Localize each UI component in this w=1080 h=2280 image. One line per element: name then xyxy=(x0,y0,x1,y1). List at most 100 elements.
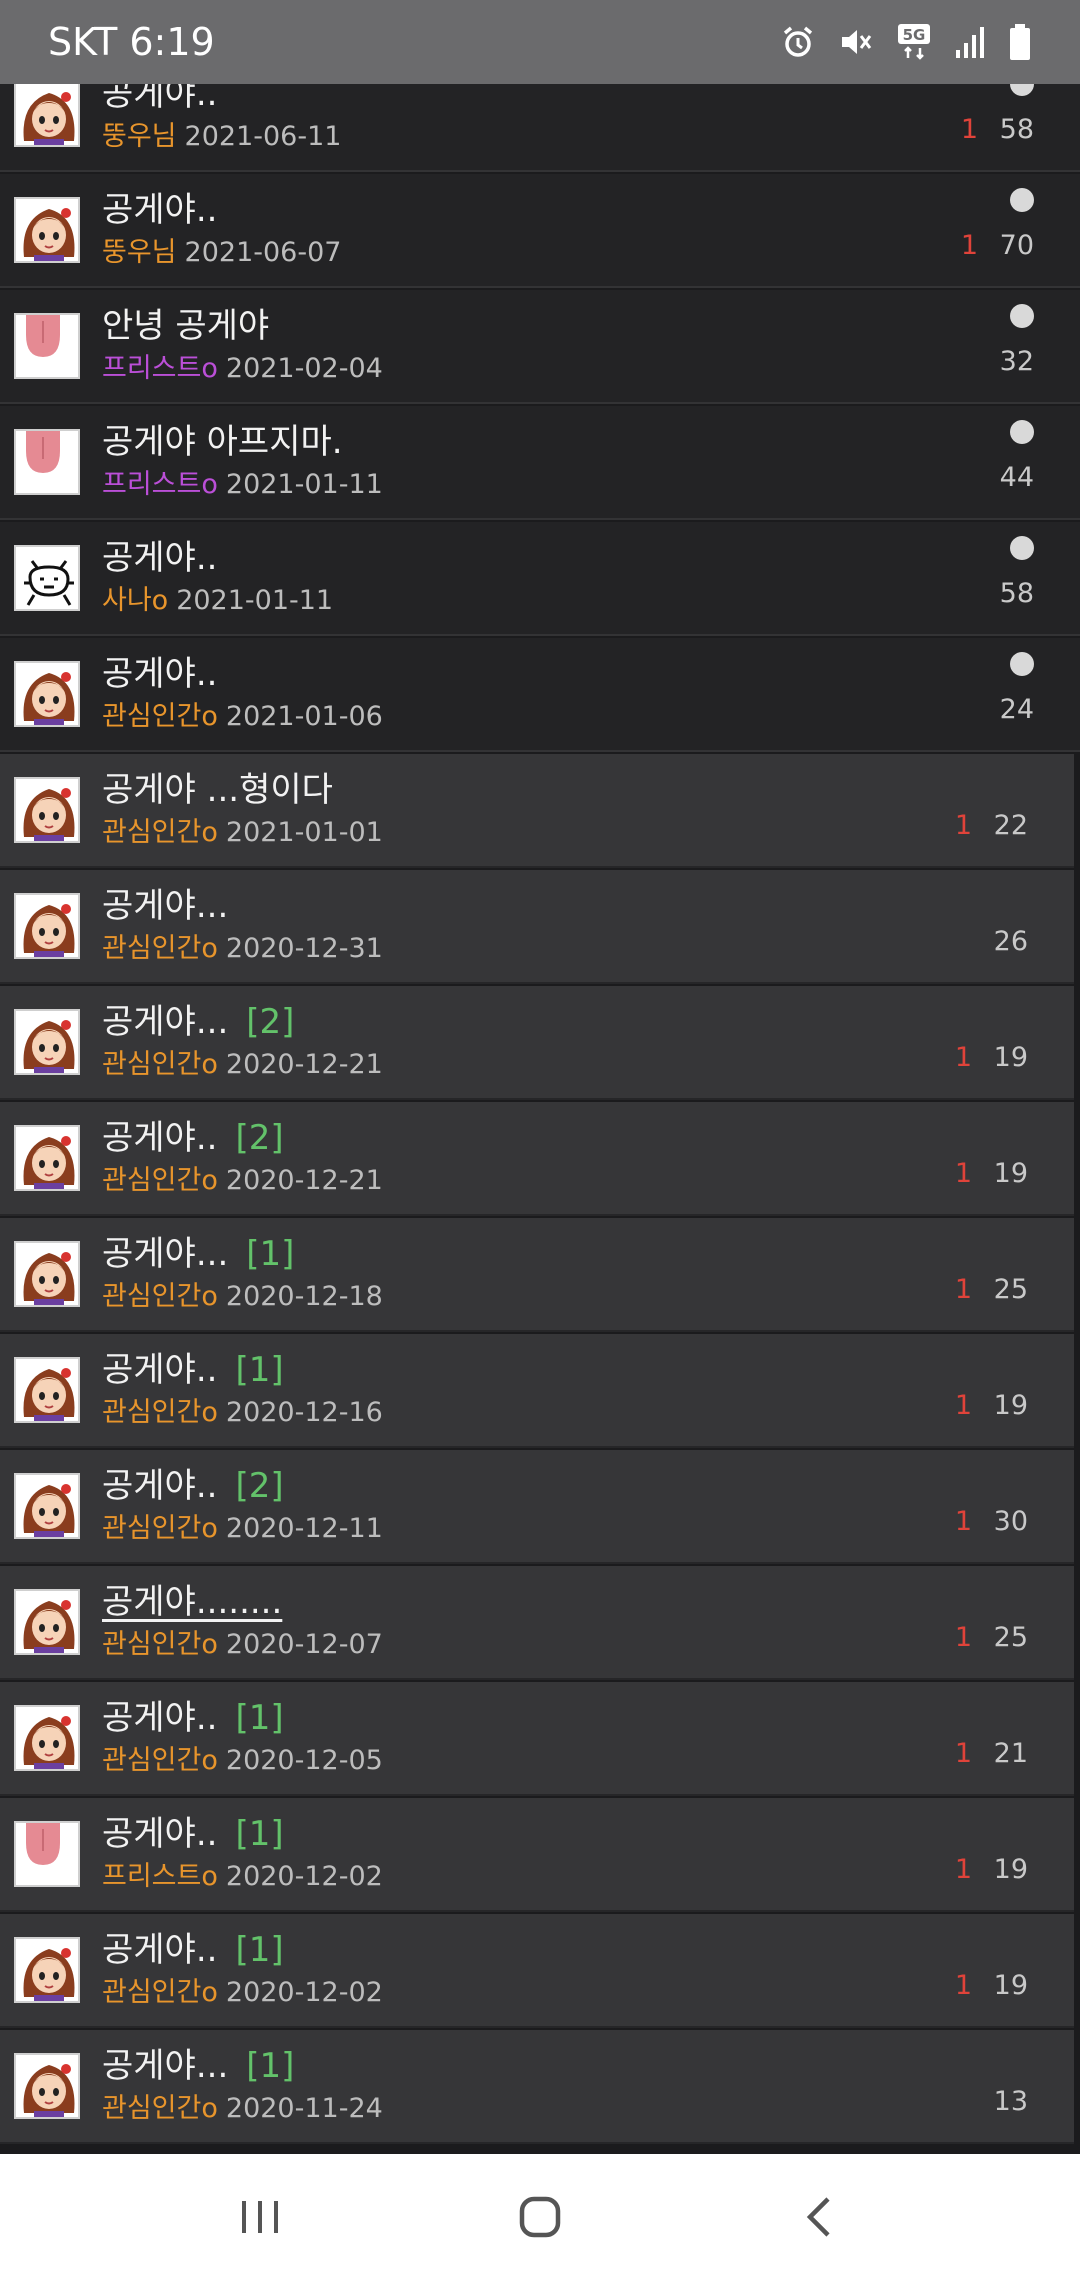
view-count: 25 xyxy=(993,1622,1028,1653)
new-count: 1 xyxy=(954,1738,972,1769)
view-count: 44 xyxy=(999,462,1034,493)
unread-dot-icon xyxy=(1010,188,1034,212)
new-count: 1 xyxy=(954,810,972,841)
post-list: 공게야.. 뚱우님 2021-06-11 1 58 공게야.. 뚱우님 2021-06-07 1… xyxy=(0,84,1080,2154)
post-stats: 1 19 xyxy=(928,986,1028,1100)
back-icon[interactable] xyxy=(775,2172,865,2262)
new-count: 1 xyxy=(960,230,978,261)
avatar xyxy=(14,197,80,263)
post-row[interactable]: 공게야.. [1] 프리스트o 2020-12-02 1 19 xyxy=(0,1798,1074,1912)
avatar xyxy=(14,429,80,495)
svg-text:5G: 5G xyxy=(903,26,926,44)
post-title[interactable]: 공게야.. xyxy=(102,1930,217,1970)
author-name[interactable]: 관심인간o xyxy=(102,933,218,964)
comment-count-badge: [1] xyxy=(235,1698,284,1738)
post-stats: 58 xyxy=(934,522,1034,636)
post-title[interactable]: 공게야.. xyxy=(102,84,217,114)
author-name[interactable]: 관심인간o xyxy=(102,1397,218,1428)
post-title[interactable]: 공게야 ...형이다 xyxy=(102,770,333,810)
home-icon[interactable] xyxy=(495,2172,585,2262)
recent-apps-icon[interactable] xyxy=(215,2172,305,2262)
author-name[interactable]: 관심인간o xyxy=(102,1629,218,1660)
author-name[interactable]: 관심인간o xyxy=(102,2093,218,2124)
post-date: 2021-01-11 xyxy=(225,469,383,500)
post-title[interactable]: 공게야.. xyxy=(102,1466,217,1506)
post-date: 2020-11-24 xyxy=(225,2093,383,2124)
post-row[interactable]: 공게야... 관심인간o 2020-12-31 26 xyxy=(0,870,1074,984)
author-name[interactable]: 뚱우님 xyxy=(102,121,177,152)
post-title[interactable]: 공게야... xyxy=(102,2046,228,2086)
post-row[interactable]: 공게야.. 뚱우님 2021-06-11 1 58 xyxy=(0,84,1080,172)
battery-icon xyxy=(1008,23,1032,61)
view-count: 25 xyxy=(993,1274,1028,1305)
avatar xyxy=(14,1009,80,1075)
post-title[interactable]: 공게야.. xyxy=(102,654,217,694)
post-row[interactable]: 공게야.. [1] 관심인간o 2020-12-16 1 19 xyxy=(0,1334,1074,1448)
post-row[interactable]: 공게야.. 뚱우님 2021-06-07 1 70 xyxy=(0,174,1080,288)
post-date: 2020-12-21 xyxy=(225,1165,383,1196)
comment-count-badge: [1] xyxy=(246,2046,295,2086)
post-date: 2020-12-31 xyxy=(225,933,383,964)
post-title[interactable]: 공게야... xyxy=(102,886,228,926)
author-name[interactable]: 관심인간o xyxy=(102,1165,218,1196)
author-name[interactable]: 뚱우님 xyxy=(102,237,177,268)
post-date: 2020-12-07 xyxy=(225,1629,383,1660)
post-title[interactable]: 공게야.. xyxy=(102,1118,217,1158)
post-row[interactable]: 공게야.. [2] 관심인간o 2020-12-11 1 30 xyxy=(0,1450,1074,1564)
post-row[interactable]: 공게야.. [1] 관심인간o 2020-12-02 1 19 xyxy=(0,1914,1074,2028)
comment-count-badge: [2] xyxy=(235,1466,284,1506)
post-stats: 1 19 xyxy=(928,1334,1028,1448)
author-name[interactable]: 관심인간o xyxy=(102,701,218,732)
post-date: 2021-01-01 xyxy=(225,817,383,848)
author-name[interactable]: 관심인간o xyxy=(102,1281,218,1312)
post-row[interactable]: 공게야 ...형이다 관심인간o 2021-01-01 1 22 xyxy=(0,754,1074,868)
comment-count-badge: [1] xyxy=(235,1814,284,1854)
post-row[interactable]: 공게야.. [2] 관심인간o 2020-12-21 1 19 xyxy=(0,1102,1074,1216)
author-name[interactable]: 관심인간o xyxy=(102,1745,218,1776)
post-title[interactable]: 공게야... xyxy=(102,1002,228,1042)
post-date: 2021-06-11 xyxy=(184,121,342,152)
post-title[interactable]: 공게야........ xyxy=(102,1582,282,1622)
post-row[interactable]: 공게야... [1] 관심인간o 2020-11-24 13 xyxy=(0,2030,1074,2144)
post-row[interactable]: 공게야.. 사나o 2021-01-11 58 xyxy=(0,522,1080,636)
post-title[interactable]: 공게야 아프지마. xyxy=(102,422,343,462)
post-title[interactable]: 공게야.. xyxy=(102,1814,217,1854)
avatar xyxy=(14,1937,80,2003)
post-row[interactable]: 공게야... [2] 관심인간o 2020-12-21 1 19 xyxy=(0,986,1074,1100)
avatar xyxy=(14,545,80,611)
mute-icon xyxy=(838,24,874,60)
post-title[interactable]: 공게야.. xyxy=(102,1350,217,1390)
avatar xyxy=(14,1821,80,1887)
post-title[interactable]: 공게야.. xyxy=(102,1698,217,1738)
avatar xyxy=(14,661,80,727)
comment-count-badge: [2] xyxy=(235,1118,284,1158)
new-count: 1 xyxy=(954,1274,972,1305)
post-row[interactable]: 공게야........ 관심인간o 2020-12-07 1 25 xyxy=(0,1566,1074,1680)
post-title[interactable]: 안녕 공게야 xyxy=(102,306,269,346)
author-name[interactable]: 프리스트o xyxy=(102,1861,218,1892)
author-name[interactable]: 관심인간o xyxy=(102,817,218,848)
author-name[interactable]: 프리스트o xyxy=(102,353,218,384)
post-title[interactable]: 공게야... xyxy=(102,1234,228,1274)
post-date: 2021-02-04 xyxy=(225,353,383,384)
author-name[interactable]: 관심인간o xyxy=(102,1977,218,2008)
author-name[interactable]: 관심인간o xyxy=(102,1049,218,1080)
author-name[interactable]: 사나o xyxy=(102,585,168,616)
post-title[interactable]: 공게야.. xyxy=(102,538,217,578)
post-stats: 1 70 xyxy=(934,174,1034,288)
post-row[interactable]: 공게야... [1] 관심인간o 2020-12-18 1 25 xyxy=(0,1218,1074,1332)
post-title[interactable]: 공게야.. xyxy=(102,190,217,230)
post-row[interactable]: 공게야 아프지마. 프리스트o 2021-01-11 44 xyxy=(0,406,1080,520)
comment-count-badge: [1] xyxy=(235,1350,284,1390)
view-count: 19 xyxy=(993,1042,1028,1073)
avatar xyxy=(14,1473,80,1539)
post-row[interactable]: 안녕 공게야 프리스트o 2021-02-04 32 xyxy=(0,290,1080,404)
author-name[interactable]: 관심인간o xyxy=(102,1513,218,1544)
status-bar: SKT 6:19 5G xyxy=(0,0,1080,84)
new-count: 1 xyxy=(960,114,978,145)
post-row[interactable]: 공게야.. 관심인간o 2021-01-06 24 xyxy=(0,638,1080,752)
avatar xyxy=(14,1241,80,1307)
unread-dot-icon xyxy=(1010,84,1034,96)
post-row[interactable]: 공게야.. [1] 관심인간o 2020-12-05 1 21 xyxy=(0,1682,1074,1796)
author-name[interactable]: 프리스트o xyxy=(102,469,218,500)
